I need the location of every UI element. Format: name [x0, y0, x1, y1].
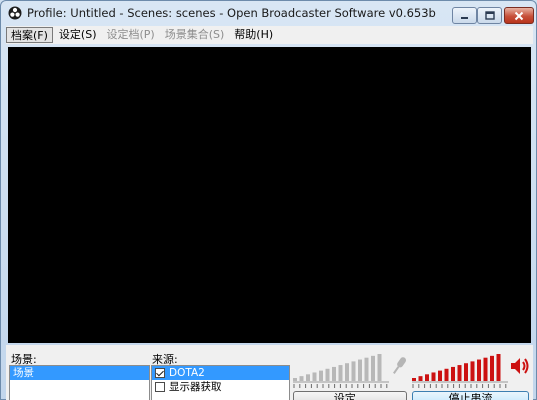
desktop-meter-bar: [496, 354, 501, 381]
menu-scene-collection[interactable]: 场景集合(S): [161, 27, 229, 43]
source-item-label: 显示器获取: [169, 380, 222, 393]
mic-meter-bar: [358, 359, 362, 381]
desktop-meter-bar: [483, 357, 488, 381]
mic-meter-bar: [371, 355, 375, 381]
menu-bar: 档案(F) 设定(S) 设定档(P) 场景集合(S) 帮助(H): [6, 26, 533, 44]
close-button[interactable]: [504, 7, 534, 24]
menu-file[interactable]: 档案(F): [6, 27, 53, 43]
source-item-monitor-capture[interactable]: 显示器获取: [152, 380, 289, 394]
settings-button[interactable]: 设定...: [293, 391, 407, 400]
scenes-list[interactable]: 场景: [9, 365, 150, 400]
mic-meter-bar: [377, 354, 382, 381]
minimize-button[interactable]: [452, 7, 477, 24]
menu-settings[interactable]: 设定(S): [55, 27, 101, 43]
obs-logo-icon: [8, 6, 22, 20]
desktop-volume-slider[interactable]: [412, 379, 510, 389]
close-icon: [514, 11, 524, 20]
window-title: Profile: Untitled - Scenes: scenes - Ope…: [27, 6, 436, 20]
source-item-dota2[interactable]: DOTA2: [152, 366, 289, 380]
microphone-icon[interactable]: [391, 355, 407, 377]
stop-streaming-button[interactable]: 停止串流: [412, 391, 529, 400]
scene-item-label: 场景: [13, 366, 34, 379]
sources-list[interactable]: DOTA2 显示器获取: [151, 365, 290, 400]
mic-volume-meter: [293, 354, 382, 381]
desktop-volume-meter: [412, 354, 501, 381]
menu-profiles[interactable]: 设定档(P): [103, 27, 159, 43]
source-item-label: DOTA2: [169, 366, 205, 379]
source-visible-checkbox[interactable]: [155, 382, 165, 392]
scene-item[interactable]: 场景: [10, 366, 149, 380]
obs-window: Profile: Untitled - Scenes: scenes - Ope…: [0, 0, 537, 400]
desktop-meter-bar: [490, 355, 494, 381]
menu-help[interactable]: 帮助(H): [230, 27, 277, 43]
mic-meter-bar: [364, 357, 369, 381]
mic-volume-slider[interactable]: [293, 379, 391, 389]
control-panel: 场景: 场景 来源: DOTA2 显示器获取 设定... 停止串流: [6, 345, 533, 400]
minimize-icon: [461, 17, 468, 19]
video-preview[interactable]: [8, 47, 531, 343]
desktop-meter-bar: [477, 359, 481, 381]
source-visible-checkbox[interactable]: [155, 368, 165, 378]
title-bar: Profile: Untitled - Scenes: scenes - Ope…: [1, 1, 536, 25]
maximize-icon: [484, 11, 495, 20]
maximize-button[interactable]: [477, 7, 502, 24]
speaker-icon[interactable]: [509, 355, 531, 377]
